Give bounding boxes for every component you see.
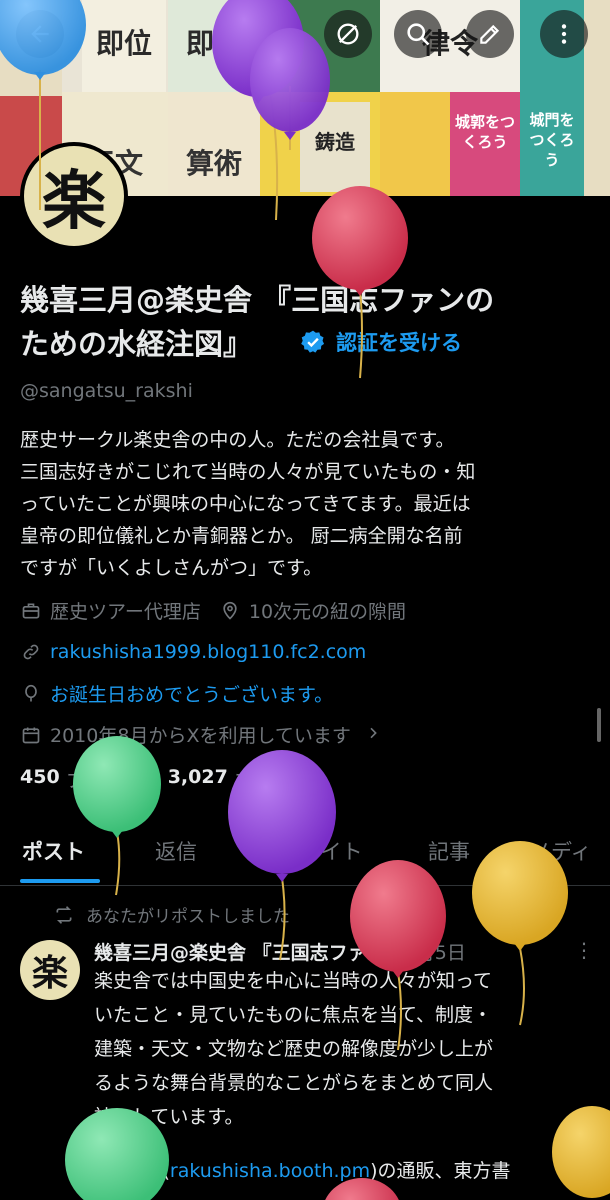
tweet-text-line: 誌にしています。 <box>94 1106 244 1128</box>
followers-label[interactable]: フォロワー <box>234 766 329 793</box>
banner-book: 鋳造 <box>260 92 380 196</box>
get-verified-button[interactable]: 認証を受ける <box>300 327 462 357</box>
following-label[interactable]: フォロー <box>66 766 142 793</box>
location-icon <box>219 600 241 622</box>
tab-media[interactable]: メディア <box>530 836 610 896</box>
banner-book <box>380 92 450 196</box>
tab-replies[interactable]: 返信 <box>155 836 197 866</box>
tweet-date[interactable]: · 1月5日 <box>392 938 466 965</box>
joined-date: 2010年8月からXを利用しています <box>50 725 351 747</box>
bio-line: っていたことが興味の中心になってきてます。最近は <box>20 493 471 515</box>
follow-stats: 450 フォロー 3,027 フォロワー <box>20 766 329 793</box>
repost-note-text: あなたがリポストしました <box>86 907 290 927</box>
avatar-logo: 楽 <box>42 165 106 239</box>
profile-name-line: 幾喜三月@楽史舎 『三国志ファンの <box>20 283 495 317</box>
briefcase-icon <box>20 600 42 622</box>
pencil-icon <box>480 24 500 44</box>
back-button[interactable] <box>16 10 64 58</box>
tweet-text-line: 楽史舎では中国史を中心に当時の人々が知って <box>94 970 493 992</box>
tweet-avatar-logo: 楽 <box>31 953 68 994</box>
bio-line: 皇帝の即位儀礼とか青銅器とか。 厨二病全開な名前 <box>20 525 463 547</box>
verified-badge-icon <box>301 330 325 353</box>
hide-balloons-button[interactable] <box>324 10 372 58</box>
chevron-right-icon <box>365 724 381 746</box>
banner-book <box>584 0 610 196</box>
tweet-booth-link[interactable]: rakushisha.booth.pm <box>170 1160 370 1182</box>
banner-book: 算術 <box>168 92 260 196</box>
more-vertical-icon <box>561 24 567 44</box>
profile-tabs: ポスト 返信 ハイライト 記事 メディア <box>0 830 610 894</box>
profile-bio: 歴史サークル楽史舎の中の人。ただの会社員です。 三国志好きがこじれて当時の人々が… <box>20 424 595 584</box>
profile-location: 10次元の紐の隙間 <box>248 601 407 623</box>
followers-count[interactable]: 3,027 <box>168 766 228 793</box>
banner-book: 城郭をつくろう <box>450 92 520 196</box>
profile-category: 歴史ツアー代理店 <box>50 601 201 623</box>
active-tab-indicator <box>20 879 100 883</box>
search-icon <box>407 23 430 46</box>
repost-note: あなたがリポストしました <box>54 902 290 927</box>
profile-meta-row: 歴史ツアー代理店 10次元の紐の隙間 <box>20 597 406 624</box>
link-icon <box>20 641 42 663</box>
tab-highlights[interactable]: ハイライト <box>258 836 363 866</box>
profile-website-link[interactable]: rakushisha1999.blog110.fc2.com <box>50 641 366 663</box>
tweet-text-line: いたこと・見ていたものに焦点を当て、制度・ <box>94 1004 493 1026</box>
tab-articles[interactable]: 記事 <box>428 836 470 866</box>
get-verified-label: 認証を受ける <box>336 331 462 355</box>
tweet-author[interactable]: 幾喜三月@楽史舎 『三国志ファ… <box>94 938 386 965</box>
bio-line: ですが「いくよしさんがつ」です。 <box>20 557 323 579</box>
eye-slash-icon <box>337 23 359 45</box>
repost-icon <box>56 905 72 924</box>
balloon-icon <box>20 683 42 705</box>
tweet-text-line: るような舞台背景的なことがらをまとめて同人 <box>94 1072 494 1094</box>
tweet-more-button[interactable]: ⋮ <box>574 938 594 962</box>
bio-line: 歴史サークル楽史舎の中の人。ただの会社員です。 <box>20 429 455 451</box>
following-count[interactable]: 450 <box>20 766 60 793</box>
tweet-text-fragment: )の通販、東方書 <box>370 1160 511 1182</box>
tweet-text-line: BOOTH(rakushisha.booth.pm)の通販、東方書 <box>94 1154 594 1188</box>
profile-website-row: rakushisha1999.blog110.fc2.com <box>20 641 366 663</box>
birthday-message: お誕生日おめでとうございます。 <box>50 684 334 706</box>
tweet-header: 幾喜三月@楽史舎 『三国志ファ… · 1月5日 <box>94 938 466 965</box>
profile-handle: @sangatsu_rakshi <box>20 380 193 402</box>
edit-button[interactable] <box>466 10 514 58</box>
tweet-text: 楽史舎では中国史を中心に当時の人々が知って いたこと・見ていたものに焦点を当て、… <box>94 964 594 1134</box>
calendar-icon <box>20 724 42 746</box>
bio-line: 三国志好きがこじれて当時の人々が見ていたもの・知 <box>20 461 476 483</box>
scrollbar[interactable] <box>597 708 601 742</box>
tweet-avatar[interactable]: 楽 <box>20 940 80 1000</box>
more-button[interactable] <box>540 10 588 58</box>
search-button[interactable] <box>394 10 442 58</box>
profile-joined-row[interactable]: 2010年8月からXを利用しています <box>20 721 381 748</box>
banner-book: 即位 <box>168 0 260 92</box>
profile-avatar[interactable]: 楽 <box>20 142 128 250</box>
arrow-left-icon <box>31 25 49 43</box>
banner-book: 即位 <box>82 0 166 92</box>
profile-birthday-row: お誕生日おめでとうございます。 <box>20 680 333 707</box>
tab-posts[interactable]: ポスト <box>22 836 85 866</box>
tweet-text-fragment: BOOTH( <box>94 1160 170 1182</box>
tweet-text-line: 建築・天文・文物など歴史の解像度が少し上が <box>94 1038 494 1060</box>
